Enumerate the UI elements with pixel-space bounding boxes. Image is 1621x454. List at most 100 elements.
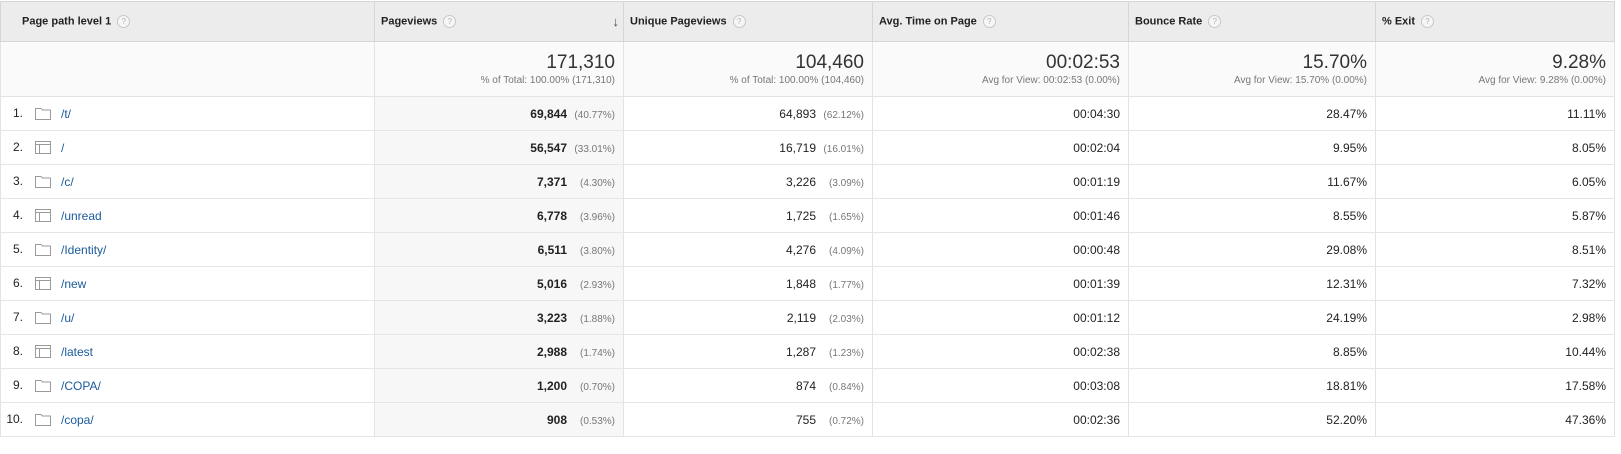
pageviews-value: 7,371 (536, 174, 567, 189)
unique-pageviews-percent: (1.77%) (828, 279, 864, 291)
bounce-rate-cell: 8.55% (1128, 198, 1376, 233)
unique-pageviews-cell: 4,276 (4.09%) (623, 232, 873, 267)
help-icon[interactable]: ? (1421, 15, 1435, 28)
unique-pageviews-cell: 3,226 (3.09%) (623, 164, 873, 199)
folder-icon (35, 175, 51, 189)
page-path-link[interactable]: /Identity/ (61, 243, 106, 257)
unique-pageviews-value: 1,725 (785, 208, 816, 223)
pageviews-value: 69,844 (530, 106, 567, 121)
help-icon[interactable]: ? (982, 15, 996, 28)
pageviews-cell: 6,778 (3.96%) (374, 198, 624, 233)
page-path-link[interactable]: /c/ (61, 175, 74, 189)
page-path-link[interactable]: / (61, 141, 64, 155)
page-path-link[interactable]: /t/ (61, 107, 71, 121)
pageviews-value: 5,016 (536, 276, 567, 291)
exit-cell: 10.44% (1375, 334, 1615, 369)
header-pageviews[interactable]: Pageviews? ↓ (374, 1, 624, 42)
row-number: 7. (12, 310, 23, 325)
totals-pageviews-value: 171,310 (546, 51, 615, 73)
unique-pageviews-cell: 755 (0.72%) (623, 402, 873, 437)
row-number: 9. (12, 378, 23, 393)
header-page-path[interactable]: Page path level 1? (0, 1, 375, 42)
page-path-link[interactable]: /new (61, 277, 86, 291)
page-path-cell: 8. /latest (0, 334, 375, 369)
unique-pageviews-value: 2,119 (786, 310, 816, 325)
totals-empty-cell (0, 41, 375, 97)
page-path-cell: 3. /c/ (0, 164, 375, 199)
totals-bounce-rate-sub: Avg for View: 15.70% (0.00%) (1233, 74, 1367, 86)
totals-pageviews: 171,310 % of Total: 100.00% (171,310) (374, 41, 624, 97)
bounce-rate-cell: 18.81% (1128, 368, 1376, 403)
totals-unique-pageviews: 104,460 % of Total: 100.00% (104,460) (623, 41, 873, 97)
pageviews-cell: 7,371 (4.30%) (374, 164, 624, 199)
unique-pageviews-value: 4,276 (785, 242, 816, 257)
bounce-rate-cell: 11.67% (1128, 164, 1376, 199)
help-icon[interactable]: ? (1208, 15, 1222, 28)
pageviews-percent: (33.01%) (574, 143, 615, 155)
pageviews-percent: (4.30%) (579, 177, 615, 189)
unique-pageviews-percent: (1.23%) (828, 347, 864, 359)
header-bounce-rate-label: Bounce Rate (1135, 15, 1203, 28)
page-path-link[interactable]: /u/ (61, 311, 74, 325)
totals-avg-time-value: 00:02:53 (1046, 51, 1120, 73)
pageviews-cell: 69,844 (40.77%) (374, 96, 624, 131)
page-path-link[interactable]: /copa/ (61, 413, 94, 427)
header-pageviews-label: Pageviews (381, 15, 438, 28)
totals-bounce-rate: 15.70% Avg for View: 15.70% (0.00%) (1128, 41, 1376, 97)
pageviews-percent: (2.93%) (579, 279, 615, 291)
sort-descending-icon[interactable]: ↓ (613, 14, 620, 29)
page-path-link[interactable]: /COPA/ (61, 379, 101, 393)
table-row: 5. /Identity/6,511 (3.80%) 4,276 (4.09%) 00:0… (0, 232, 1615, 267)
table-row: 9. /COPA/1,200 (0.70%) 874 (0.84%) 00:03:08 18… (0, 368, 1615, 403)
unique-pageviews-percent: (0.72%) (828, 415, 864, 427)
page-icon (35, 277, 51, 291)
table-row: 4. /unread 6,778 (3.96%) 1,725 (1.65%) 00:01:4… (0, 198, 1615, 233)
page-path-cell: 1. /t/ (0, 96, 375, 131)
header-unique-pageviews[interactable]: Unique Pageviews? (623, 1, 873, 42)
row-number: 1. (12, 106, 23, 121)
page-path-link[interactable]: /unread (61, 209, 102, 223)
help-icon[interactable]: ? (117, 15, 131, 28)
unique-pageviews-value: 755 (795, 412, 816, 427)
exit-cell: 2.98% (1375, 300, 1615, 335)
bounce-rate-cell: 29.08% (1128, 232, 1376, 267)
table-row: 8. /latest 2,988 (1.74%) 1,287 (1.23%) 00:02:3… (0, 334, 1615, 369)
totals-bounce-rate-value: 15.70% (1302, 51, 1367, 73)
folder-icon (35, 311, 51, 325)
pageviews-percent: (3.80%) (579, 245, 615, 257)
avg-time-cell: 00:03:08 (872, 368, 1129, 403)
page-icon (35, 141, 51, 155)
header-exit[interactable]: % Exit? (1375, 1, 1615, 42)
help-icon[interactable]: ? (443, 15, 457, 28)
pageviews-cell: 6,511 (3.80%) (374, 232, 624, 267)
exit-cell: 17.58% (1375, 368, 1615, 403)
header-unique-pageviews-label: Unique Pageviews (630, 15, 727, 28)
table-row: 7. /u/3,223 (1.88%) 2,119 (2.03%) 00:01:12 24.… (0, 300, 1615, 335)
pageviews-value: 2,988 (536, 344, 567, 359)
pageviews-value: 56,547 (530, 140, 567, 155)
header-exit-label: % Exit (1382, 15, 1416, 28)
row-number: 6. (12, 276, 23, 291)
totals-pageviews-sub: % of Total: 100.00% (171,310) (480, 74, 615, 86)
folder-icon (35, 379, 51, 393)
table-row: 1. /t/69,844 (40.77%) 64,893 (62.12%) 00:04:3… (0, 96, 1615, 131)
help-icon[interactable]: ? (732, 15, 746, 28)
pageviews-cell: 3,223 (1.88%) (374, 300, 624, 335)
avg-time-cell: 00:02:36 (872, 402, 1129, 437)
header-bounce-rate[interactable]: Bounce Rate? (1128, 1, 1376, 42)
pageviews-percent: (0.70%) (579, 381, 615, 393)
row-number: 5. (12, 242, 23, 257)
row-number: 8. (12, 344, 23, 359)
header-row: Page path level 1? Pageviews? ↓ Unique P… (0, 1, 1615, 42)
page-path-link[interactable]: /latest (61, 345, 93, 359)
exit-cell: 7.32% (1375, 266, 1615, 301)
totals-row: 171,310 % of Total: 100.00% (171,310) 10… (0, 41, 1615, 97)
page-path-cell: 7. /u/ (0, 300, 375, 335)
pageviews-percent: (40.77%) (574, 109, 615, 121)
row-number: 4. (12, 208, 23, 223)
header-page-path-label: Page path level 1 (22, 15, 112, 28)
unique-pageviews-percent: (4.09%) (828, 245, 864, 257)
header-avg-time[interactable]: Avg. Time on Page? (872, 1, 1129, 42)
bounce-rate-cell: 28.47% (1128, 96, 1376, 131)
analytics-table: Page path level 1? Pageviews? ↓ Unique P… (0, 1, 1615, 437)
